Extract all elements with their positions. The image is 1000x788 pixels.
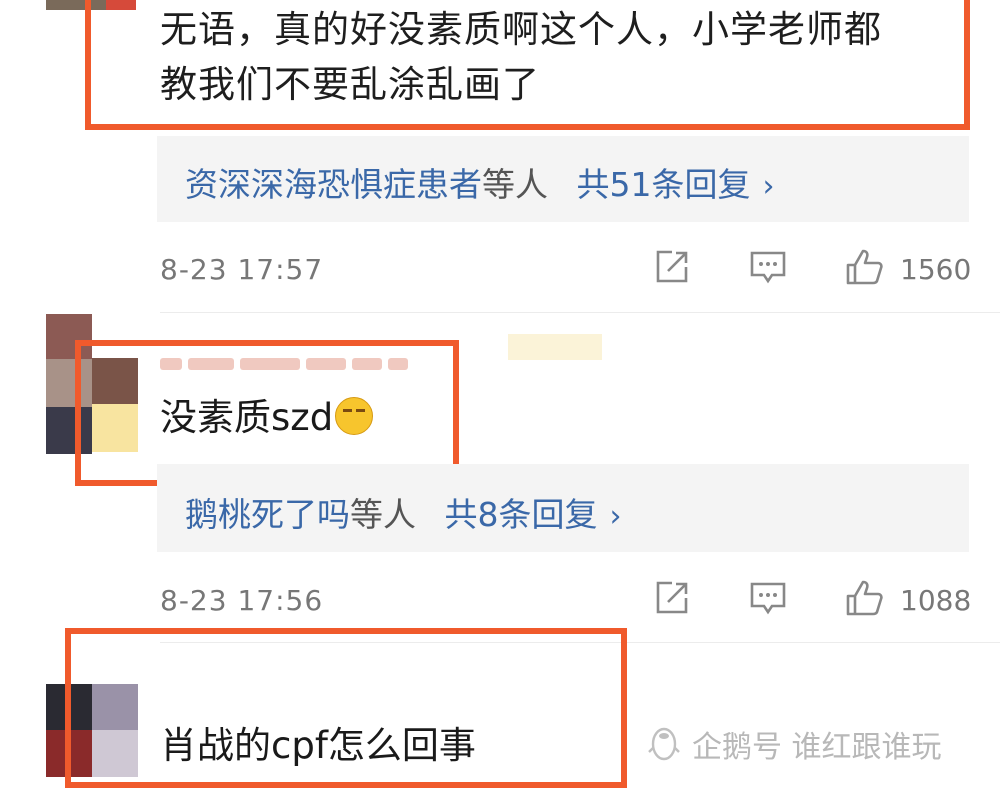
reply-summary[interactable]: 鹅桃死了吗等人 共8条回复 ›: [157, 464, 969, 552]
comment-meta: 8-23 17:57 1560: [160, 247, 972, 297]
badge-blurred: [508, 334, 602, 360]
share-icon[interactable]: [652, 247, 692, 287]
penguin-icon: [648, 727, 680, 761]
highlight-box: [85, 0, 970, 130]
like-count: 1560: [900, 253, 972, 286]
watermark: 企鹅号 谁红跟谁玩: [644, 722, 942, 766]
timestamp: 8-23 17:57: [160, 253, 324, 286]
like-count: 1088: [900, 584, 972, 617]
reply-count-link[interactable]: 共51条回复: [577, 165, 751, 204]
share-icon[interactable]: [652, 578, 692, 618]
reply-authors[interactable]: 资深深海恐惧症患者: [185, 165, 482, 204]
comment-icon[interactable]: [748, 247, 788, 287]
comment-icon[interactable]: [748, 578, 788, 618]
divider: [160, 312, 1000, 313]
like-icon[interactable]: [844, 578, 884, 618]
reply-authors[interactable]: 鹅桃死了吗: [185, 495, 350, 534]
comment-meta: 8-23 17:56 1088: [160, 578, 972, 628]
reply-count-link[interactable]: 共8条回复: [445, 495, 598, 534]
highlight-box: [65, 628, 627, 788]
reply-summary[interactable]: 资深深海恐惧症患者等人 共51条回复 ›: [157, 136, 969, 222]
like-icon[interactable]: [844, 247, 884, 287]
chevron-right-icon[interactable]: ›: [610, 499, 622, 534]
timestamp: 8-23 17:56: [160, 584, 324, 617]
chevron-right-icon[interactable]: ›: [763, 169, 775, 204]
